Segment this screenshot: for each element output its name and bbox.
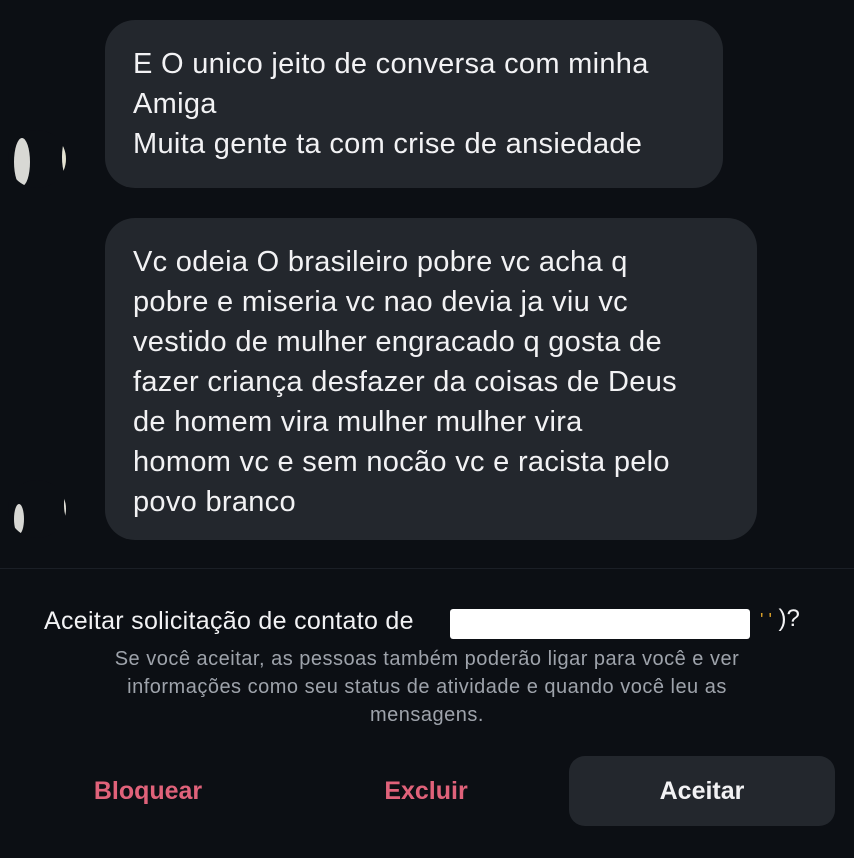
avatar-image-part (64, 484, 66, 524)
avatar-image-part (62, 132, 66, 182)
avatar-image-part (14, 504, 24, 534)
message-bubble[interactable]: Vc odeia O brasileiro pobre vc acha q po… (105, 218, 757, 540)
message-text-line: Vc odeia O brasileiro pobre vc acha q (133, 246, 628, 278)
request-description: Se você aceitar, as pessoas também poder… (40, 645, 814, 729)
contact-request-panel: Aceitar solicitação de contato de ' ' )?… (0, 569, 854, 858)
message-text-line: pobre e miseria vc nao devia ja viu vc (133, 286, 628, 318)
message-text-line: homom vc e sem nocão vc e racista pelo (133, 446, 670, 478)
message-bubble[interactable]: E O unico jeito de conversa com minha Am… (105, 20, 723, 188)
sender-avatar[interactable] (8, 130, 66, 188)
request-title: Aceitar solicitação de contato de (44, 607, 414, 635)
block-button[interactable]: Bloquear (58, 756, 238, 826)
message-text-line: fazer criança desfazer da coisas de Deus (133, 366, 677, 398)
request-title-suffix: )? (778, 605, 800, 632)
message-text-line: Muita gente ta com crise de ansiedade (133, 128, 643, 160)
message-text-line: vestido de mulher engracado q gosta de (133, 326, 662, 358)
message-text-line: povo branco (133, 486, 296, 518)
accept-button[interactable]: Aceitar (569, 756, 835, 826)
description-line: mensagens. (370, 704, 484, 726)
delete-button[interactable]: Excluir (336, 756, 516, 826)
redacted-contact-name (450, 609, 750, 639)
message-request-screen: E O unico jeito de conversa com minha Am… (0, 0, 854, 858)
emoji-fragment: ' ' (760, 610, 772, 630)
message-thread: E O unico jeito de conversa com minha Am… (0, 0, 854, 568)
message-text-line: E O unico jeito de conversa com minha (133, 48, 649, 80)
description-line: informações como seu status de atividade… (127, 676, 727, 698)
message-text-line: Amiga (133, 88, 217, 120)
message-text-line: de homem vira mulher mulher vira (133, 406, 583, 438)
sender-avatar[interactable] (8, 480, 66, 538)
request-title-end: ' ' )? (760, 605, 800, 633)
avatar-image-part (14, 138, 30, 186)
description-line: Se você aceitar, as pessoas também poder… (114, 648, 740, 670)
